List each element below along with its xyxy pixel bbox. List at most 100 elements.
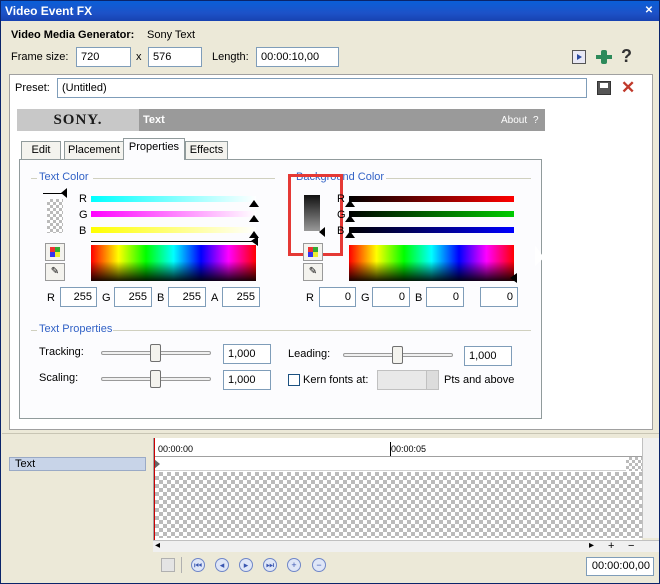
last-keyframe-icon[interactable]: ⏭	[263, 558, 277, 572]
text-g-label: G	[102, 292, 111, 304]
tab-properties[interactable]: Properties	[123, 138, 185, 160]
keyframe-row-end	[626, 457, 643, 471]
alpha-slider-thumb[interactable]	[61, 188, 67, 198]
time-ruler[interactable]: 00:00:00 00:00:05	[154, 438, 643, 457]
current-time-field[interactable]: 00:00:00,00	[586, 557, 654, 576]
kern-fonts-label: Kern fonts at:	[303, 374, 369, 386]
about-link[interactable]: About	[501, 114, 527, 128]
bg-r-channel-label: R	[337, 193, 345, 205]
text-g-slider[interactable]	[91, 211, 256, 217]
text-r-channel-label: R	[79, 193, 87, 205]
tab-placement[interactable]: Placement	[64, 141, 124, 160]
video-event-fx-window: Video Event FX ✕ Video Media Generator: …	[0, 0, 660, 584]
leading-field[interactable]: 1,000	[464, 346, 512, 366]
group-line-left	[31, 178, 37, 179]
bg-g-slider[interactable]	[349, 211, 514, 217]
compare-icon[interactable]	[572, 50, 586, 64]
kern-suffix-label: Pts and above	[444, 374, 515, 386]
compare-arrow	[577, 54, 582, 60]
ruler-tick	[390, 442, 391, 456]
text-r-field[interactable]: 255	[60, 287, 97, 307]
zoom-out-icon[interactable]: −	[628, 539, 634, 553]
help-icon[interactable]: ?	[621, 46, 632, 66]
group-line	[113, 330, 531, 331]
scaling-label: Scaling:	[39, 372, 79, 384]
text-r-thumb[interactable]	[249, 200, 259, 207]
add-keyframe-icon[interactable]: +	[287, 558, 301, 572]
group-line-left	[31, 330, 37, 331]
ruler-mark-start: 00:00:00	[158, 444, 194, 454]
zoom-in-icon[interactable]: +	[608, 539, 614, 553]
text-eyedropper-icon[interactable]: ✎	[45, 263, 65, 281]
leading-thumb[interactable]	[392, 346, 403, 364]
preset-label: Preset:	[15, 82, 50, 94]
bg-r-thumb[interactable]	[345, 200, 355, 207]
timeline-hscroll[interactable]: ◂ ▸ + −	[153, 540, 659, 552]
scroll-left-icon[interactable]: ◂	[155, 539, 160, 553]
scaling-field[interactable]: 1,000	[223, 370, 271, 390]
bg-a-field[interactable]: 0	[480, 287, 518, 307]
tab-effects[interactable]: Effects	[185, 141, 228, 160]
bg-g-label: G	[361, 292, 370, 304]
text-properties-group-title: Text Properties	[39, 323, 113, 335]
text-r-slider[interactable]	[91, 196, 256, 202]
plugin-chain-icon[interactable]	[596, 49, 612, 65]
timeline-vscroll[interactable]	[642, 438, 659, 538]
plugin-help-link[interactable]: ?	[533, 114, 539, 128]
group-line	[93, 178, 275, 179]
bg-g-thumb[interactable]	[345, 215, 355, 222]
bg-b-thumb[interactable]	[345, 231, 355, 238]
text-color-swatch[interactable]	[47, 199, 63, 233]
generator-label: Video Media Generator:	[11, 29, 135, 41]
keyframe-timeline[interactable]: 00:00:00 00:00:05	[153, 438, 643, 540]
save-preset-icon[interactable]	[597, 81, 611, 95]
group-line	[386, 178, 531, 179]
empty-timeline-area	[155, 472, 643, 538]
text-g-thumb[interactable]	[249, 215, 259, 222]
text-r-label: R	[47, 292, 55, 304]
preset-combo[interactable]: (Untitled)	[57, 78, 587, 98]
kern-fonts-checkbox[interactable]	[288, 374, 300, 386]
bg-g-field[interactable]: 0	[372, 287, 410, 307]
bg-b-slider[interactable]	[349, 227, 514, 233]
plugin-name: Text	[143, 114, 165, 126]
leading-label: Leading:	[288, 348, 331, 360]
bg-alpha-thumb[interactable]	[510, 273, 517, 283]
bg-color-spectrum[interactable]	[349, 245, 514, 281]
delete-preset-icon[interactable]: ✕	[621, 78, 635, 98]
first-keyframe-icon[interactable]: ⏮	[191, 558, 205, 572]
scaling-thumb[interactable]	[150, 370, 161, 388]
tracking-thumb[interactable]	[150, 344, 161, 362]
prev-keyframe-icon[interactable]: ◂	[215, 558, 229, 572]
text-g-field[interactable]: 255	[114, 287, 152, 307]
length-field[interactable]: 00:00:10,00	[256, 47, 339, 67]
bg-r-field[interactable]: 0	[319, 287, 356, 307]
text-b-field[interactable]: 255	[168, 287, 206, 307]
track-label-text[interactable]: Text	[9, 457, 146, 471]
ruler-mark-mid: 00:00:05	[391, 444, 427, 454]
bg-b-field[interactable]: 0	[426, 287, 464, 307]
frame-height-field[interactable]: 576	[148, 47, 202, 67]
text-palette-icon[interactable]	[45, 243, 65, 261]
lock-icon[interactable]	[161, 558, 175, 572]
text-b-slider[interactable]	[91, 227, 256, 233]
bg-r-slider[interactable]	[349, 196, 514, 202]
text-color-group-title: Text Color	[39, 171, 89, 183]
text-alpha-bar	[91, 241, 258, 242]
text-color-spectrum[interactable]	[91, 245, 256, 281]
keyframe-row[interactable]	[154, 457, 626, 471]
bg-eyedropper-icon[interactable]: ✎	[303, 263, 323, 281]
next-keyframe-icon[interactable]: ▸	[239, 558, 253, 572]
close-icon[interactable]: ✕	[643, 5, 655, 17]
bg-b-channel-label: B	[337, 225, 345, 237]
tracking-field[interactable]: 1,000	[223, 344, 271, 364]
chain-block	[601, 50, 607, 64]
frame-width-field[interactable]: 720	[76, 47, 131, 67]
scroll-right-icon[interactable]: ▸	[589, 539, 594, 553]
kern-spinner[interactable]	[426, 371, 438, 389]
tab-edit[interactable]: Edit	[21, 141, 61, 160]
delete-keyframe-icon[interactable]: −	[312, 558, 326, 572]
text-a-field[interactable]: 255	[222, 287, 260, 307]
generator-name: Sony Text	[147, 29, 196, 41]
bg-palette-icon[interactable]	[303, 243, 323, 261]
